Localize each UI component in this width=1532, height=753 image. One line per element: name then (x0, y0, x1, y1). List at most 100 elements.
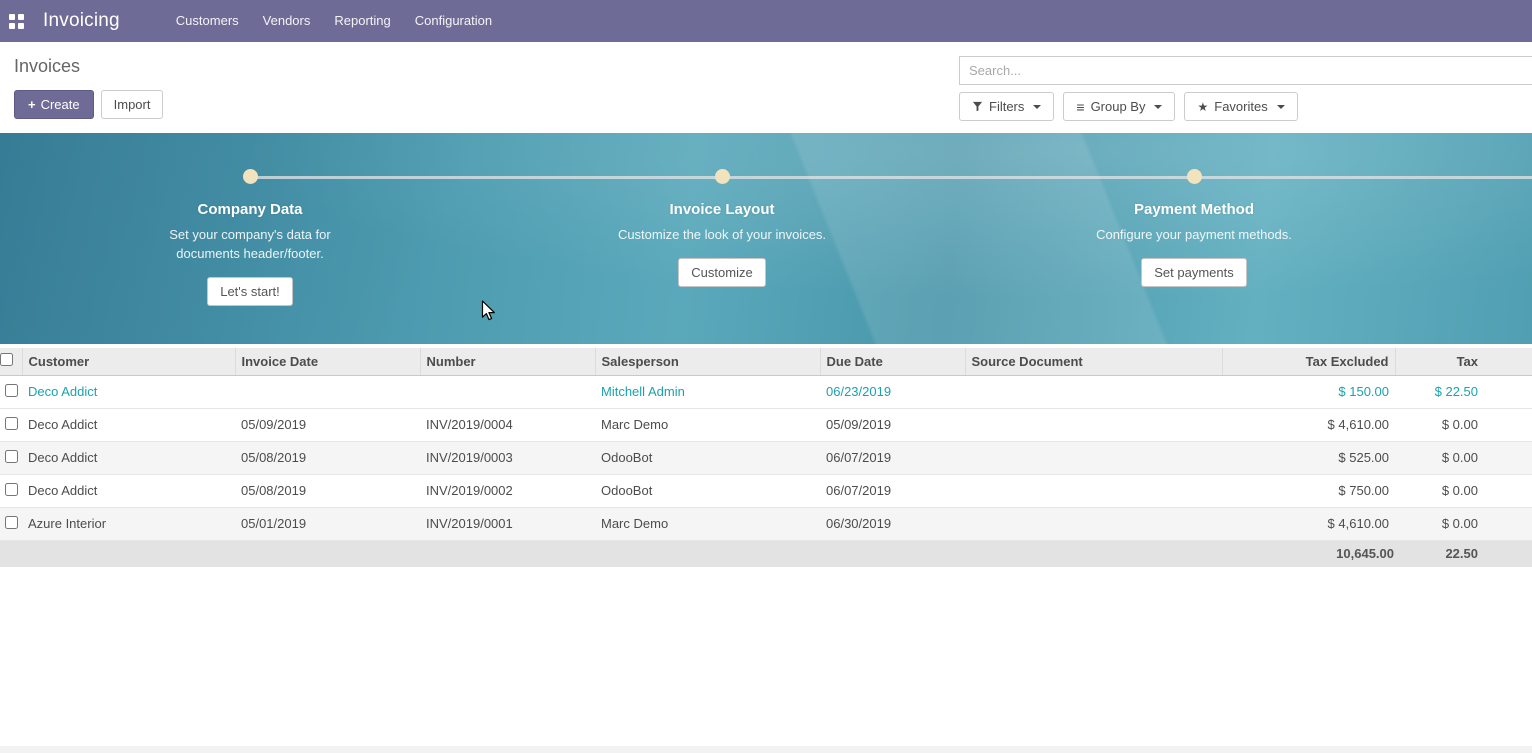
apps-grid-square (9, 14, 15, 20)
apps-grid-square (18, 14, 24, 20)
customize-button[interactable]: Customize (678, 258, 765, 287)
search-input[interactable] (959, 56, 1532, 85)
step-title: Payment Method (1134, 201, 1254, 218)
step-title: Company Data (197, 201, 302, 218)
totals-empty-cell (820, 540, 965, 567)
row-checkbox[interactable] (5, 417, 18, 430)
control-panel-left: Invoices + Create Import (14, 56, 163, 119)
step-description: Set your company's data for documents he… (138, 226, 363, 264)
row-checkbox[interactable] (5, 516, 18, 529)
cell-tax-excluded: $ 150.00 (1222, 375, 1395, 408)
cell-number: INV/2019/0003 (420, 441, 595, 474)
plus-icon: + (28, 97, 36, 112)
step-dot (715, 169, 730, 184)
table-row[interactable]: Azure Interior 05/01/2019 INV/2019/0001 … (0, 507, 1532, 540)
step-dot (1187, 169, 1202, 184)
totals-empty-cell (595, 540, 820, 567)
cell-due-date: 06/07/2019 (820, 441, 965, 474)
cell-customer: Deco Addict (22, 441, 235, 474)
onboarding-banner: Company Data Set your company's data for… (0, 133, 1532, 344)
set-payments-button[interactable]: Set payments (1141, 258, 1247, 287)
cell-number: INV/2019/0001 (420, 507, 595, 540)
select-all-checkbox-cell (0, 348, 22, 375)
cell-tax: $ 22.50 (1395, 375, 1532, 408)
select-all-checkbox[interactable] (0, 353, 13, 366)
step-title: Invoice Layout (669, 201, 774, 218)
row-checkbox-cell (0, 408, 22, 441)
action-buttons: + Create Import (14, 90, 163, 119)
apps-grid-square (18, 23, 24, 29)
table-header-row: Customer Invoice Date Number Salesperson… (0, 348, 1532, 375)
cell-due-date: 05/09/2019 (820, 408, 965, 441)
table-row[interactable]: Deco Addict 05/08/2019 INV/2019/0002 Odo… (0, 474, 1532, 507)
cell-tax-excluded: $ 525.00 (1222, 441, 1395, 474)
favorites-button-label: Favorites (1214, 99, 1267, 114)
column-header-source-document[interactable]: Source Document (965, 348, 1222, 375)
cell-tax: $ 0.00 (1395, 474, 1532, 507)
row-checkbox[interactable] (5, 450, 18, 463)
favorites-button[interactable]: ★ Favorites (1184, 92, 1297, 121)
column-header-tax-excluded[interactable]: Tax Excluded (1222, 348, 1395, 375)
row-checkbox-cell (0, 375, 22, 408)
step-dot (243, 169, 258, 184)
cell-salesperson: Marc Demo (595, 408, 820, 441)
onboarding-step-payment-method: Payment Method Configure your payment me… (958, 133, 1430, 306)
caret-down-icon (1277, 105, 1285, 109)
nav-item-reporting[interactable]: Reporting (322, 0, 402, 42)
nav-item-vendors[interactable]: Vendors (251, 0, 323, 42)
cell-tax-excluded: $ 750.00 (1222, 474, 1395, 507)
table-row[interactable]: Deco Addict 05/08/2019 INV/2019/0003 Odo… (0, 441, 1532, 474)
cell-source-document (965, 408, 1222, 441)
horizontal-scrollbar[interactable] (0, 746, 1532, 753)
table-row[interactable]: Deco Addict Mitchell Admin 06/23/2019 $ … (0, 375, 1532, 408)
totals-empty-cell (22, 540, 235, 567)
totals-empty-cell (420, 540, 595, 567)
app-name[interactable]: Invoicing (43, 10, 120, 32)
nav-item-customers[interactable]: Customers (164, 0, 251, 42)
filters-button[interactable]: Filters (959, 92, 1054, 121)
search-option-buttons: Filters ≡ Group By ★ Favorites (959, 92, 1532, 121)
cell-number (420, 375, 595, 408)
column-header-tax[interactable]: Tax (1395, 348, 1532, 375)
cell-due-date: 06/30/2019 (820, 507, 965, 540)
column-header-invoice-date[interactable]: Invoice Date (235, 348, 420, 375)
cell-source-document (965, 507, 1222, 540)
import-button[interactable]: Import (101, 90, 164, 119)
page-title: Invoices (14, 56, 163, 77)
cell-tax: $ 0.00 (1395, 408, 1532, 441)
cell-source-document (965, 375, 1222, 408)
group-by-button-label: Group By (1091, 99, 1146, 114)
cell-invoice-date: 05/09/2019 (235, 408, 420, 441)
table-row[interactable]: Deco Addict 05/09/2019 INV/2019/0004 Mar… (0, 408, 1532, 441)
invoices-table: Customer Invoice Date Number Salesperson… (0, 348, 1532, 567)
filters-button-label: Filters (989, 99, 1024, 114)
create-button[interactable]: + Create (14, 90, 94, 119)
column-header-salesperson[interactable]: Salesperson (595, 348, 820, 375)
nav-item-configuration[interactable]: Configuration (403, 0, 504, 42)
column-header-due-date[interactable]: Due Date (820, 348, 965, 375)
lets-start-button[interactable]: Let's start! (207, 277, 293, 306)
column-header-number[interactable]: Number (420, 348, 595, 375)
cell-invoice-date (235, 375, 420, 408)
row-checkbox-cell (0, 507, 22, 540)
cell-salesperson: OdooBot (595, 441, 820, 474)
apps-grid-icon[interactable] (9, 14, 24, 29)
cell-customer: Deco Addict (22, 474, 235, 507)
apps-grid-square (9, 23, 15, 29)
cell-due-date: 06/07/2019 (820, 474, 965, 507)
totals-empty-cell (0, 540, 22, 567)
totals-empty-cell (235, 540, 420, 567)
filter-icon (972, 101, 983, 112)
caret-down-icon (1154, 105, 1162, 109)
caret-down-icon (1033, 105, 1041, 109)
row-checkbox[interactable] (5, 483, 18, 496)
cell-invoice-date: 05/08/2019 (235, 441, 420, 474)
cell-customer: Deco Addict (22, 375, 235, 408)
group-by-button[interactable]: ≡ Group By (1063, 92, 1175, 121)
onboarding-steps: Company Data Set your company's data for… (0, 133, 1532, 306)
row-checkbox-cell (0, 474, 22, 507)
cell-tax: $ 0.00 (1395, 441, 1532, 474)
column-header-customer[interactable]: Customer (22, 348, 235, 375)
row-checkbox[interactable] (5, 384, 18, 397)
create-button-label: Create (41, 97, 80, 112)
